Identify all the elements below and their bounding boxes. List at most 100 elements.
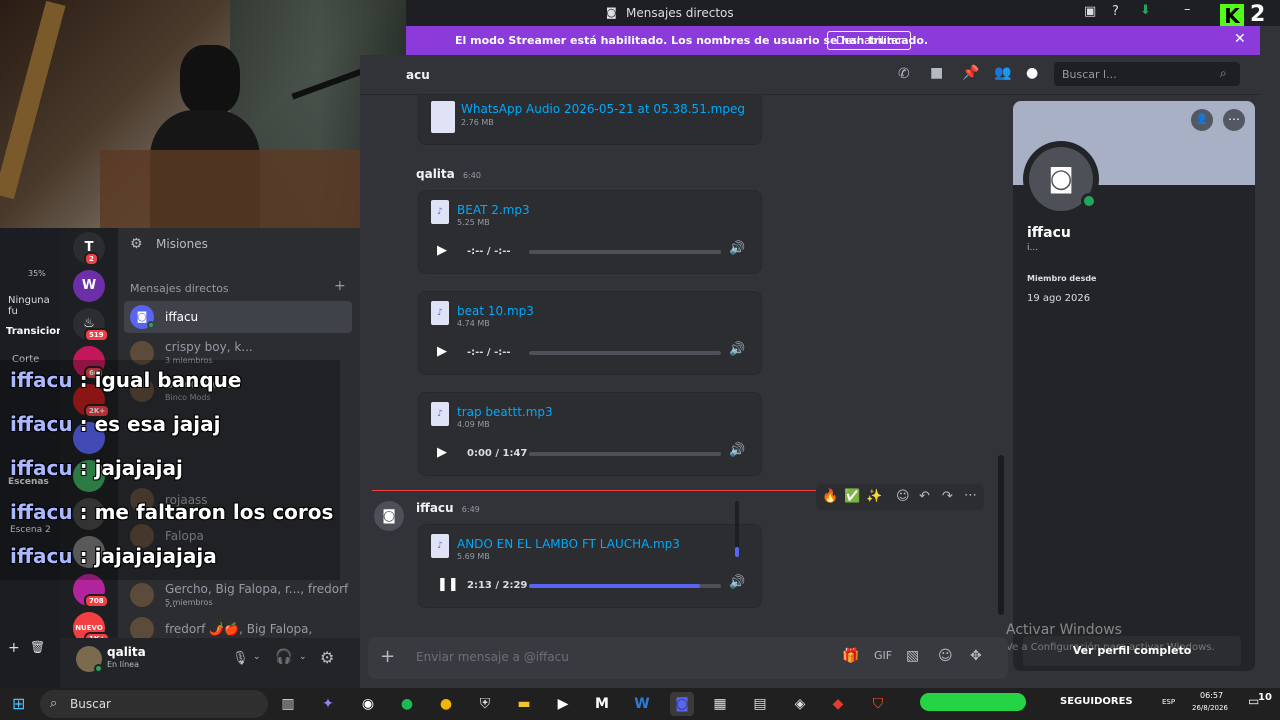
add-friend-icon[interactable]: 👤 <box>1191 109 1213 131</box>
more-options-icon[interactable]: ⋯ <box>964 488 977 503</box>
new-dm-icon[interactable]: + <box>334 278 346 294</box>
audio-progress-bar[interactable] <box>529 250 721 254</box>
brave-icon[interactable]: ⛉ <box>866 692 890 716</box>
pause-icon[interactable]: ❚❚ <box>437 577 459 592</box>
stream-chat-overlay: iffacu : igual banque iffacu : es esa jaj… <box>0 360 340 580</box>
app-icon[interactable]: ◈ <box>788 692 812 716</box>
file-name-link[interactable]: WhatsApp Audio 2026-05-21 at 05.38.51.mp… <box>461 102 745 116</box>
search-placeholder: Buscar l... <box>1062 68 1117 81</box>
store-icon[interactable]: ▦ <box>708 692 732 716</box>
overlay-chat-name: iffacu <box>10 412 73 436</box>
obs-app-icon[interactable]: ◉ <box>356 692 380 716</box>
volume-slider[interactable] <box>735 501 739 557</box>
chevron-down-icon[interactable]: ⌄ <box>253 652 261 662</box>
discord-taskbar-icon[interactable]: ◙ <box>670 692 694 716</box>
check-reaction-icon[interactable]: ✅ <box>844 489 860 504</box>
file-name-link[interactable]: trap beattt.mp3 <box>457 405 553 419</box>
media-player-icon[interactable]: ▶ <box>551 692 575 716</box>
microphone-icon[interactable]: 🎙 <box>232 651 249 666</box>
audio-progress-bar[interactable] <box>529 351 721 355</box>
audio-progress-bar[interactable] <box>529 452 721 456</box>
server-icon[interactable]: W <box>73 270 105 302</box>
chevron-down-icon[interactable]: ⌄ <box>299 652 307 662</box>
quests-link[interactable]: Misiones <box>156 237 208 251</box>
capcut-icon[interactable]: M <box>590 692 614 716</box>
help-icon[interactable]: ? <box>1112 4 1119 19</box>
security-icon[interactable]: ⛨ <box>473 692 497 716</box>
headphones-icon[interactable]: 🎧 <box>275 649 292 665</box>
dm-item-active[interactable]: ◙ iffacu <box>124 301 352 333</box>
clock-time[interactable]: 06:57 <box>1200 691 1223 700</box>
minimize-icon[interactable]: – <box>1184 2 1191 17</box>
calculator-icon[interactable]: ▤ <box>748 692 772 716</box>
clock-date[interactable]: 26/8/2026 <box>1192 704 1228 712</box>
overlay-chat-name: iffacu <box>10 456 73 480</box>
emoji-icon[interactable]: ☺ <box>938 648 953 664</box>
disable-streamer-button[interactable]: Deshabilitar <box>827 31 912 50</box>
sticker-icon[interactable]: ▧ <box>906 648 919 664</box>
taskbar-search[interactable]: ⌕ Buscar <box>40 690 268 718</box>
user-profile-icon[interactable]: ● <box>1026 65 1038 81</box>
audio-file-icon: ♪ <box>431 200 449 224</box>
windows-start-icon[interactable]: ⊞ <box>12 694 25 713</box>
file-name-link[interactable]: BEAT 2.mp3 <box>457 203 530 217</box>
message-composer[interactable]: + Enviar mensaje a @iffacu 🎁 GIF ▧ ☺ ✥ <box>368 637 1008 679</box>
obs-transition-type[interactable]: Ninguna fu <box>8 295 60 317</box>
video-call-icon[interactable]: ■ <box>930 65 943 81</box>
reply-icon[interactable]: ↶ <box>919 489 930 504</box>
gift-icon[interactable]: 🎁 <box>842 648 859 664</box>
file-name-link[interactable]: beat 10.mp3 <box>457 304 534 318</box>
audio-attachment: ♪ ANDO EN EL LAMBO FT LAUCHA.mp3 5.69 MB… <box>418 501 762 608</box>
task-view-icon[interactable]: ▥ <box>276 692 300 716</box>
dm-header: Mensajes directos <box>130 282 229 295</box>
chrome-icon[interactable]: ● <box>434 692 458 716</box>
volume-fill <box>735 547 739 557</box>
obs-trash-icon[interactable]: 🗑 <box>30 640 45 654</box>
inbox-icon[interactable]: ▣ <box>1084 4 1096 19</box>
app-icon[interactable]: ◆ <box>826 692 850 716</box>
add-attachment-icon[interactable]: + <box>380 646 395 667</box>
chat-scrollbar[interactable] <box>998 455 1004 615</box>
volume-icon[interactable]: 🔊 <box>729 241 745 256</box>
file-explorer-icon[interactable]: ▬ <box>512 692 536 716</box>
gif-icon[interactable]: GIF <box>874 649 892 662</box>
voice-call-icon[interactable]: ✆ <box>898 66 910 82</box>
forward-icon[interactable]: ↷ <box>942 489 953 504</box>
language-indicator[interactable]: ESP <box>1162 698 1175 706</box>
search-input[interactable]: Buscar l... ⌕ <box>1054 62 1240 86</box>
play-icon[interactable]: ▶ <box>437 344 447 359</box>
play-icon[interactable]: ▶ <box>437 243 447 258</box>
avatar[interactable]: ◙ <box>374 501 404 531</box>
overlay-chat-line: iffacu : jajajajajaja <box>10 544 217 568</box>
spotify-icon[interactable]: ● <box>395 692 419 716</box>
author-name[interactable]: iffacu <box>416 501 454 515</box>
dm-item-label: iffacu <box>165 310 199 324</box>
author-name[interactable]: qalita <box>416 167 455 181</box>
user-status: En línea <box>107 660 140 669</box>
fire-reaction-icon[interactable]: 🔥 <box>822 489 838 504</box>
dm-item-subtitle: 5 miembros <box>165 598 213 607</box>
copilot-icon[interactable]: ✦ <box>316 692 340 716</box>
settings-gear-icon[interactable]: ⚙ <box>320 648 334 667</box>
volume-icon[interactable]: 🔊 <box>729 575 745 590</box>
more-options-icon[interactable]: ⋯ <box>1223 109 1245 131</box>
profile-username: i... <box>1027 243 1039 253</box>
file-attachment: WhatsApp Audio 2026-05-21 at 05.38.51.mp… <box>418 95 762 145</box>
file-name-link[interactable]: ANDO EN EL LAMBO FT LAUCHA.mp3 <box>457 537 680 551</box>
volume-icon[interactable]: 🔊 <box>729 342 745 357</box>
download-icon[interactable]: ⬇ <box>1140 3 1151 18</box>
audio-progress-bar[interactable] <box>529 584 721 588</box>
add-friends-icon[interactable]: 👥 <box>994 65 1011 81</box>
dm-item[interactable]: Gercho, Big Falopa, r..., fredorf ... 5 m… <box>124 580 352 610</box>
play-icon[interactable]: ▶ <box>437 445 447 460</box>
audio-file-icon: ♪ <box>431 534 449 558</box>
sparkle-reaction-icon[interactable]: ✨ <box>866 489 882 504</box>
obs-add-icon[interactable]: + <box>8 640 20 656</box>
apps-icon[interactable]: ✥ <box>970 648 982 664</box>
word-icon[interactable]: W <box>630 692 654 716</box>
add-reaction-icon[interactable]: ☺ <box>896 489 910 504</box>
overlay-chat-text: : jajajajaj <box>79 456 183 480</box>
volume-icon[interactable]: 🔊 <box>729 443 745 458</box>
pin-icon[interactable]: 📌 <box>962 65 979 81</box>
close-banner-icon[interactable]: ✕ <box>1234 31 1246 47</box>
